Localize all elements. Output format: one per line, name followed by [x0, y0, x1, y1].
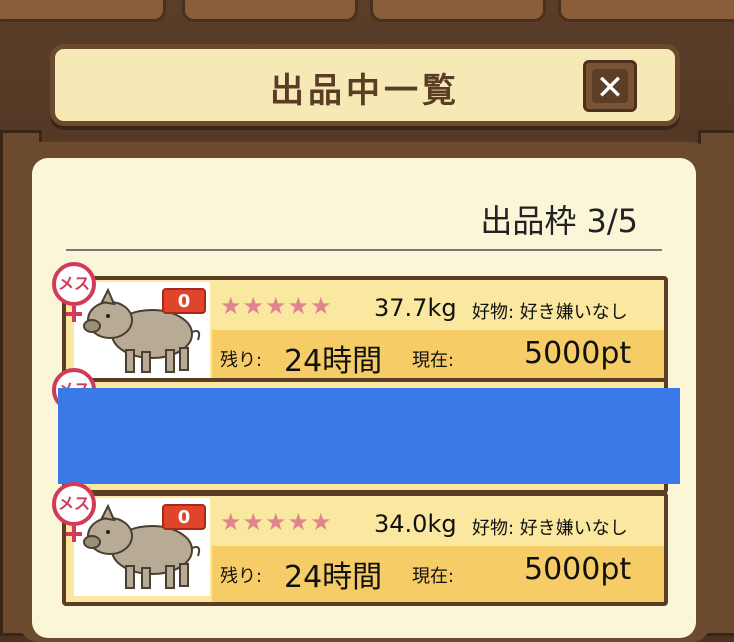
remaining-label: 残り: [220, 350, 263, 371]
female-icon-bar [66, 312, 82, 316]
listing-slots-count: 出品枠 3/5 [480, 202, 638, 240]
remaining-value: 24時間 [284, 344, 383, 379]
top-tab-1[interactable] [0, 0, 166, 22]
current-label: 現在: [412, 566, 455, 587]
weight-value: 34.0kg [374, 510, 457, 538]
top-tab-bar [0, 0, 734, 22]
top-tab-4[interactable] [558, 0, 734, 22]
close-icon: ✕ [592, 69, 628, 107]
current-label: 現在: [412, 350, 455, 371]
weight-value: 37.7kg [374, 294, 457, 322]
divider [66, 249, 662, 251]
female-icon: メス [52, 482, 96, 526]
likes-value: 好物: 好き嫌いなし [472, 302, 628, 323]
redaction-overlay [58, 388, 680, 484]
female-icon: メス [52, 262, 96, 306]
page-title: 出品中一覧 [270, 71, 460, 111]
count-badge: 0 [162, 288, 206, 314]
female-icon-bar [66, 532, 82, 536]
current-bid-value: 5000pt [524, 336, 632, 371]
listing-card[interactable]: 0 ★★★★★ 37.7kg 好物: 好き嫌いなし 残り: 24時間 現在: 5… [62, 276, 668, 390]
remaining-label: 残り: [220, 566, 263, 587]
count-badge: 0 [162, 504, 206, 530]
close-button[interactable]: ✕ [583, 60, 637, 112]
rating-stars: ★★★★★ [220, 292, 333, 320]
current-bid-value: 5000pt [524, 552, 632, 587]
remaining-value: 24時間 [284, 560, 383, 595]
rating-stars: ★★★★★ [220, 508, 333, 536]
listing-card[interactable]: 0 ★★★★★ 34.0kg 好物: 好き嫌いなし 残り: 24時間 現在: 5… [62, 492, 668, 606]
top-tab-3[interactable] [370, 0, 546, 22]
top-tab-2[interactable] [182, 0, 358, 22]
likes-value: 好物: 好き嫌いなし [472, 518, 628, 539]
